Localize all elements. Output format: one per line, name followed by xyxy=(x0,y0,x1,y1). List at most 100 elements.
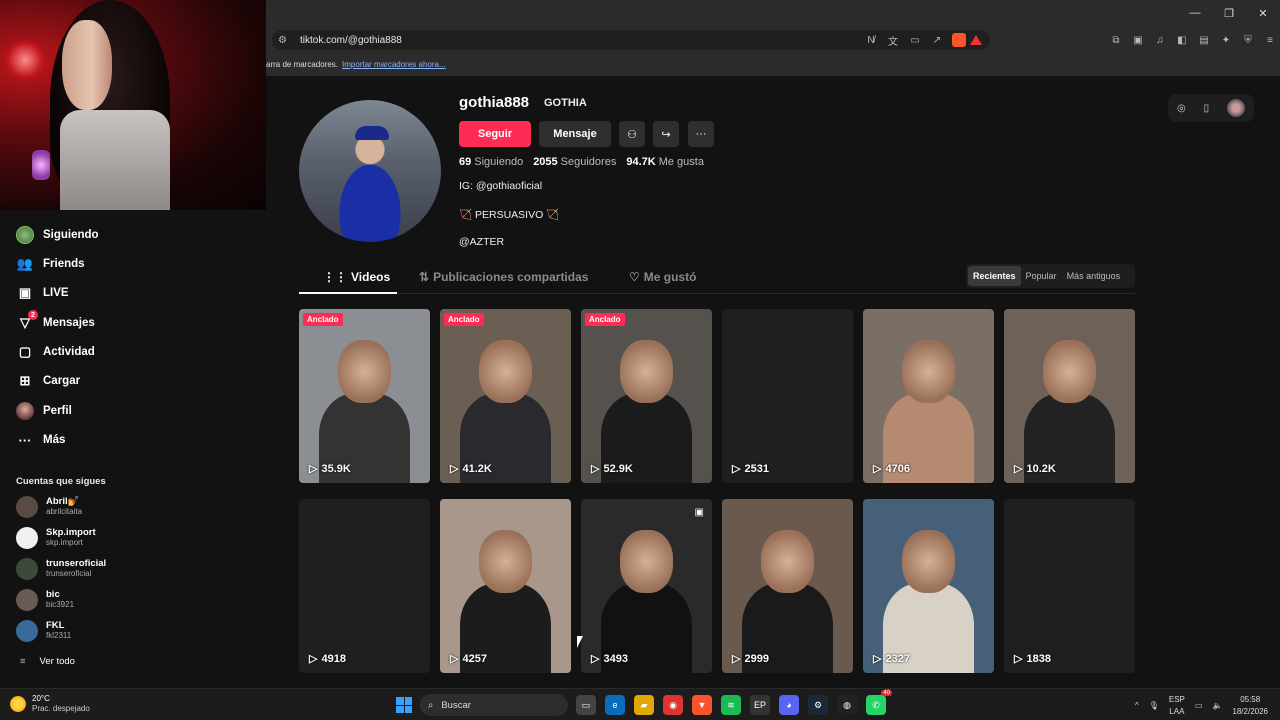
account-name: bic xyxy=(46,589,60,600)
likes-stat: 94.7K Me gusta xyxy=(626,156,704,168)
video-card[interactable]: Anclado ▷ 35.9K xyxy=(299,309,430,483)
share-profile-button[interactable]: ↪ xyxy=(653,121,679,147)
leo-icon[interactable]: ✦ xyxy=(1218,30,1234,50)
edge-icon[interactable]: e xyxy=(605,695,625,715)
share-icon[interactable]: ↗ xyxy=(926,35,948,46)
brave-icon[interactable]: ▼ xyxy=(692,695,712,715)
video-views: ▷ 4706 xyxy=(873,462,910,476)
brave-shields-icon[interactable] xyxy=(952,33,966,47)
more-options-button[interactable]: ··· xyxy=(688,121,714,147)
address-bar[interactable]: ⚙ tiktok.com/@gothia888 N̸ 文 ▭ ↗ xyxy=(272,30,990,50)
video-card[interactable]: ▷ 4918 xyxy=(299,499,430,673)
following-account[interactable]: Skp.import skp.import xyxy=(16,525,96,551)
account-name: Abril💅 xyxy=(46,496,80,507)
steam-icon[interactable]: ⚙ xyxy=(808,695,828,715)
following-account[interactable]: trunseroficial trunseroficial xyxy=(16,556,106,582)
see-all-link[interactable]: ≡ Ver todo xyxy=(20,656,75,667)
url-text[interactable]: tiktok.com/@gothia888 xyxy=(300,35,860,46)
sidebar-item-live[interactable]: ▣ LIVE xyxy=(16,282,69,304)
message-button[interactable]: Mensaje xyxy=(539,121,611,147)
spotify-icon[interactable]: ≋ xyxy=(721,695,741,715)
maximize-button[interactable]: ❐ xyxy=(1212,0,1246,26)
view-count: 4706 xyxy=(885,462,910,475)
profile-main: gothia888 GOTHIA Seguir Mensaje ⚇ ↪ ··· … xyxy=(266,76,1280,688)
taskbar-search[interactable]: ⌕ Buscar xyxy=(420,694,568,716)
video-thumbnail-face xyxy=(338,340,391,403)
reader-icon[interactable]: ▣ xyxy=(1130,30,1146,50)
live-icon: ▣ xyxy=(18,285,32,300)
extensions-icon[interactable]: ⧉ xyxy=(1108,30,1124,50)
sidebar-icon[interactable]: ◧ xyxy=(1174,30,1190,50)
close-button[interactable]: ✕ xyxy=(1246,0,1280,26)
following-stat[interactable]: 69 Siguiendo xyxy=(459,156,523,168)
video-thumbnail-face xyxy=(620,340,673,403)
vpn-icon[interactable]: ⛨ xyxy=(1240,30,1256,50)
phone-icon[interactable]: ▯ xyxy=(1204,103,1210,114)
sidebar-item-upload[interactable]: ⊞ Cargar xyxy=(16,370,81,392)
wallet-icon[interactable]: ▤ xyxy=(1196,30,1212,50)
chrome-icon[interactable]: ◉ xyxy=(663,695,683,715)
minimize-button[interactable]: — xyxy=(1178,0,1212,26)
whatsapp-icon[interactable]: ✆ 40 xyxy=(866,690,892,715)
clock[interactable]: 05:58 18/2/2026 xyxy=(1232,693,1268,717)
weather-widget[interactable]: 20°C Prac. despejado xyxy=(10,694,90,714)
tab-liked[interactable]: ♡ Me gustó xyxy=(629,270,696,284)
menu-icon[interactable]: ≡ xyxy=(1262,30,1278,50)
view-count: 1838 xyxy=(1026,652,1051,665)
video-card[interactable]: ▷ 4706 xyxy=(863,309,994,483)
video-card[interactable]: Anclado ▷ 41.2K xyxy=(440,309,571,483)
video-card[interactable]: ▷ 1838 xyxy=(1004,499,1135,673)
play-icon: ▷ xyxy=(450,463,459,475)
network-icon[interactable]: ▭ xyxy=(1195,701,1203,710)
import-bookmarks-link[interactable]: Importar marcadores ahora... xyxy=(342,60,446,69)
obs-icon[interactable]: ◍ xyxy=(837,695,857,715)
video-card[interactable]: Anclado ▷ 52.9K xyxy=(581,309,712,483)
tracking-off-icon[interactable]: N̸ xyxy=(860,35,882,46)
sort-oldest[interactable]: Más antiguos xyxy=(1062,266,1126,286)
music-icon[interactable]: ♫ xyxy=(1152,30,1168,50)
sidebar-item-friends[interactable]: 👥 Friends xyxy=(16,253,85,275)
sidebar-item-messages[interactable]: ▽ 2 Mensajes xyxy=(16,310,95,334)
following-account[interactable]: Abril💅 abrilcitaita xyxy=(16,494,82,520)
sidebar-item-label: Más xyxy=(43,434,66,446)
follow-button[interactable]: Seguir xyxy=(459,121,531,147)
tab-videos[interactable]: ⋮⋮ Videos xyxy=(323,270,390,284)
sidebar-item-activity[interactable]: ▢ Actividad xyxy=(16,341,95,363)
pinned-badge: Anclado xyxy=(444,313,484,326)
profile-nickname: GOTHIA xyxy=(544,97,587,109)
epic-games-icon[interactable]: EP xyxy=(750,695,770,715)
chevron-up-icon[interactable]: ^ xyxy=(1135,701,1139,710)
sort-popular[interactable]: Popular xyxy=(1021,266,1062,286)
windows-start-button[interactable] xyxy=(396,697,412,713)
task-view-icon[interactable]: ▭ xyxy=(576,695,596,715)
following-account[interactable]: FKL fkl2311 xyxy=(16,618,71,644)
following-account[interactable]: bic bic3921 xyxy=(16,587,74,613)
discord-icon[interactable]: ◕ xyxy=(779,695,799,715)
followers-stat[interactable]: 2055 Seguidores xyxy=(533,156,616,168)
microphone-icon[interactable]: 🎙 xyxy=(1149,701,1159,710)
video-card[interactable]: ▷ 2531 xyxy=(722,309,853,483)
video-card[interactable]: ▷ 4257 xyxy=(440,499,571,673)
brave-rewards-icon[interactable] xyxy=(970,35,982,45)
volume-icon[interactable]: 🔈 xyxy=(1212,701,1222,710)
video-views: ▷ 41.2K xyxy=(450,462,492,476)
sidebar-item-more[interactable]: ··· Más xyxy=(16,429,66,451)
site-settings-icon[interactable]: ⚙ xyxy=(278,35,294,46)
cast-icon[interactable]: ▭ xyxy=(904,35,926,46)
sidebar-item-following[interactable]: Siguiendo xyxy=(16,224,99,246)
video-card[interactable]: ▷ 2327 xyxy=(863,499,994,673)
bio-line: @AZTER xyxy=(459,236,505,248)
suggested-accounts-button[interactable]: ⚇ xyxy=(619,121,645,147)
tab-reposts[interactable]: ⇅ Publicaciones compartidas xyxy=(419,270,588,284)
video-card[interactable]: ▷ 2999 xyxy=(722,499,853,673)
language-indicator[interactable]: ESP LAA xyxy=(1169,693,1185,717)
user-avatar[interactable] xyxy=(1227,99,1246,117)
sidebar-item-profile[interactable]: Perfil xyxy=(16,400,72,422)
play-icon: ▷ xyxy=(1014,463,1023,475)
video-card[interactable]: ▷ 10.2K xyxy=(1004,309,1135,483)
file-explorer-icon[interactable]: ▰ xyxy=(634,695,654,715)
sort-recent[interactable]: Recientes xyxy=(968,266,1021,286)
translate-icon[interactable]: 文 xyxy=(882,33,904,48)
video-card[interactable]: ▣ ▷ 3493 xyxy=(581,499,712,673)
compass-icon[interactable]: ◎ xyxy=(1177,103,1186,114)
